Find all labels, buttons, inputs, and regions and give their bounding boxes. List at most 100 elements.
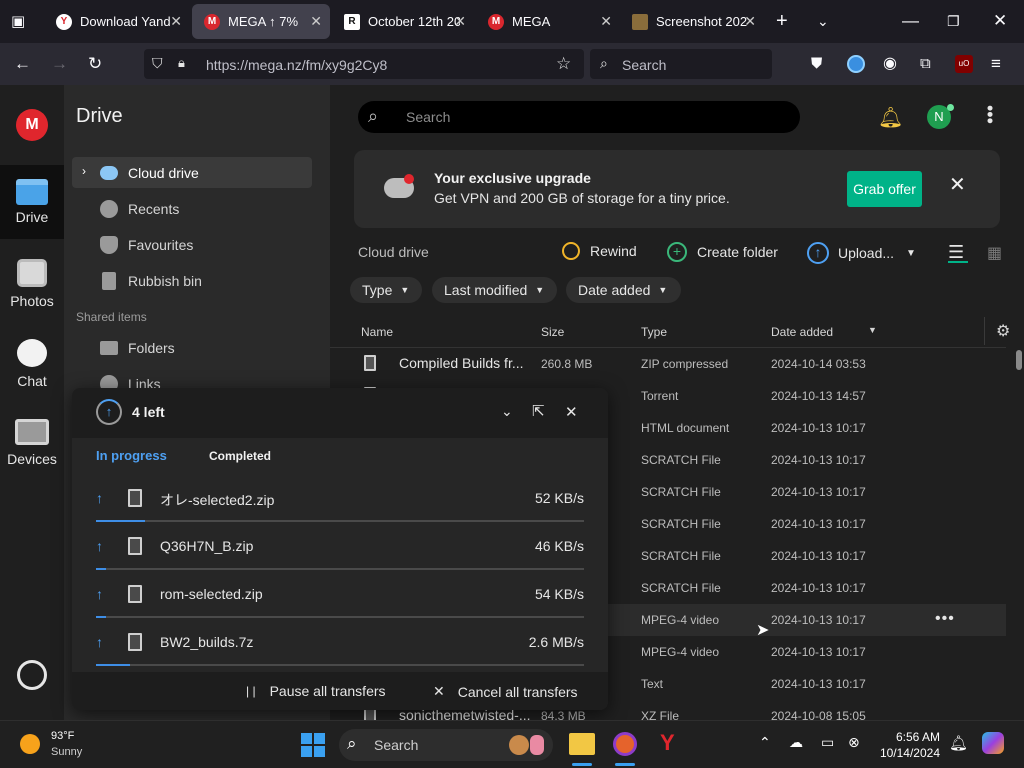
tab-label: MEGA ↑ 7%: [228, 14, 299, 29]
create-folder-button[interactable]: + Create folder: [667, 242, 778, 262]
transfer-row[interactable]: ↑ オレ-selected2.zip 52 KB/s: [72, 474, 608, 522]
network-icon[interactable]: ⊗: [848, 734, 860, 751]
rail-item-chat[interactable]: Chat: [0, 335, 64, 395]
transfer-row[interactable]: ↑ BW2_builds.7z 2.6 MB/s: [72, 618, 608, 666]
firefox-icon[interactable]: [613, 732, 637, 756]
drive-search-input[interactable]: ⌕ Search: [358, 101, 800, 133]
mega-logo[interactable]: M: [16, 109, 48, 141]
rail-item-drive[interactable]: Drive: [0, 165, 64, 239]
browser-tab-october[interactable]: R October 12th 20 ✕: [332, 0, 474, 43]
browser-tab-screenshot[interactable]: Screenshot 2024 ✕: [620, 0, 764, 43]
cloud-sync-icon[interactable]: ☁: [789, 734, 803, 751]
ublock-icon[interactable]: uO: [955, 55, 973, 73]
close-promo-icon[interactable]: ✕: [949, 172, 966, 197]
collapse-chevron-icon[interactable]: ⌄: [501, 403, 513, 420]
url-field[interactable]: ⛉ 🔒︎ https://mega.nz/fm/xy9g2Cy8 ☆: [144, 49, 584, 79]
transfer-status-icon[interactable]: [17, 660, 47, 690]
tab-in-progress[interactable]: In progress: [96, 448, 167, 463]
browser-search-field[interactable]: ⌕ Search: [590, 49, 772, 79]
mouse-cursor-icon: ➤: [756, 622, 770, 639]
filter-last-modified[interactable]: Last modified ▼: [432, 277, 557, 303]
forward-icon[interactable]: →: [51, 54, 68, 74]
browser-tab-mega-upload[interactable]: M MEGA ↑ 7% ✕: [192, 4, 330, 39]
minimize-icon[interactable]: —: [902, 11, 919, 31]
extensions-icon[interactable]: ⧉: [920, 54, 931, 74]
pocket-icon[interactable]: ⛊: [811, 54, 822, 74]
browser-tab-mega[interactable]: M MEGA ✕: [476, 0, 620, 43]
open-transfers-icon[interactable]: ⇱: [532, 402, 545, 420]
account-icon[interactable]: ◉: [883, 54, 897, 74]
weather-temperature[interactable]: 93°F: [51, 730, 74, 742]
new-tab-icon[interactable]: +: [776, 11, 788, 31]
column-header-type[interactable]: Type: [641, 325, 667, 339]
sidebar-item-recents[interactable]: Recents: [72, 193, 312, 224]
filter-date-added[interactable]: Date added ▼: [566, 277, 681, 303]
search-icon: ⌕: [600, 55, 608, 71]
menu-icon[interactable]: ≡: [991, 54, 1001, 74]
file-type: SCRATCH File: [641, 485, 721, 499]
more-options-icon[interactable]: •••: [935, 610, 955, 628]
vpn-extension-icon[interactable]: [847, 55, 865, 73]
weather-condition[interactable]: Sunny: [51, 746, 82, 758]
restore-icon[interactable]: ❐: [947, 11, 960, 31]
sidebar-item-cloud-drive[interactable]: › Cloud drive: [72, 157, 312, 188]
close-panel-icon[interactable]: ✕: [565, 403, 578, 421]
breadcrumb[interactable]: Cloud drive: [358, 244, 429, 260]
column-header-size[interactable]: Size: [541, 325, 564, 339]
reload-icon[interactable]: ↻: [88, 54, 102, 74]
tab-list-icon[interactable]: ▣: [11, 12, 25, 32]
upload-button[interactable]: ↑ Upload... ▼: [807, 242, 916, 264]
shield-icon[interactable]: ⛉: [152, 55, 163, 72]
lock-icon[interactable]: 🔒︎: [178, 55, 185, 71]
file-explorer-icon[interactable]: [569, 733, 595, 755]
clock-time[interactable]: 6:56 AM: [880, 730, 940, 744]
close-window-icon[interactable]: ✕: [993, 11, 1007, 31]
transfer-panel-header: ↑ 4 left ⌄ ⇱ ✕: [72, 388, 608, 438]
bookmark-star-icon[interactable]: ☆: [556, 54, 571, 74]
column-settings-gear-icon[interactable]: ⚙: [996, 321, 1010, 341]
yandex-icon[interactable]: Y: [660, 730, 675, 756]
display-icon[interactable]: ▭: [821, 734, 834, 751]
file-type: SCRATCH File: [641, 549, 721, 563]
sidebar-item-shared-folders[interactable]: Folders: [72, 332, 312, 363]
windows-start-icon[interactable]: [301, 733, 325, 757]
sun-weather-icon[interactable]: [20, 734, 40, 754]
sidebar-item-rubbish-bin[interactable]: Rubbish bin: [72, 265, 312, 296]
copilot-icon[interactable]: [982, 732, 1004, 754]
filter-type[interactable]: Type ▼: [350, 277, 422, 303]
column-header-name[interactable]: Name: [361, 325, 393, 339]
sort-chevron-icon[interactable]: ▼: [868, 325, 877, 335]
rail-item-photos[interactable]: Photos: [0, 255, 64, 315]
back-icon[interactable]: ←: [14, 54, 31, 74]
close-icon[interactable]: ✕: [600, 13, 612, 30]
browser-tab-yandex[interactable]: Y Download Yand ✕: [44, 0, 190, 43]
upload-progress-icon: ↑: [96, 399, 122, 425]
close-icon[interactable]: ✕: [744, 13, 756, 30]
pause-all-button[interactable]: | | Pause all transfers: [246, 683, 386, 699]
grab-offer-button[interactable]: Grab offer: [847, 171, 922, 207]
chevron-right-icon[interactable]: ›: [82, 164, 86, 178]
close-icon[interactable]: ✕: [454, 13, 466, 30]
rail-item-devices[interactable]: Devices: [0, 415, 64, 475]
file-type: MPEG-4 video: [641, 645, 720, 659]
notifications-bell-icon[interactable]: 🔔︎: [878, 105, 903, 130]
close-icon[interactable]: ✕: [310, 13, 322, 30]
grid-view-icon[interactable]: ▦: [987, 243, 1002, 263]
transfer-row[interactable]: ↑ Q36H7N_B.zip 46 KB/s: [72, 522, 608, 570]
chevron-down-icon[interactable]: ⌄: [817, 11, 829, 31]
taskbar-search[interactable]: ⌕ Search: [339, 729, 553, 761]
sidebar-item-favourites[interactable]: Favourites: [72, 229, 312, 260]
list-view-icon[interactable]: ☰: [948, 243, 968, 263]
rewind-button[interactable]: Rewind: [562, 242, 637, 260]
table-row[interactable]: Compiled Builds fr... 260.8 MB ZIP compres…: [330, 348, 1006, 380]
close-icon[interactable]: ✕: [170, 13, 182, 30]
notification-bell-icon[interactable]: 🔔︎: [949, 734, 968, 752]
tab-completed[interactable]: Completed: [209, 449, 271, 463]
more-options-icon[interactable]: •••: [980, 105, 1000, 124]
clock-date[interactable]: 10/14/2024: [876, 746, 940, 760]
scrollbar-thumb[interactable]: [1016, 350, 1022, 370]
column-header-date-added[interactable]: Date added: [771, 325, 833, 339]
cancel-all-button[interactable]: ✕ Cancel all transfers: [433, 683, 578, 700]
transfer-row[interactable]: ↑ rom-selected.zip 54 KB/s: [72, 570, 608, 618]
chevron-up-icon[interactable]: ⌃: [759, 734, 771, 751]
